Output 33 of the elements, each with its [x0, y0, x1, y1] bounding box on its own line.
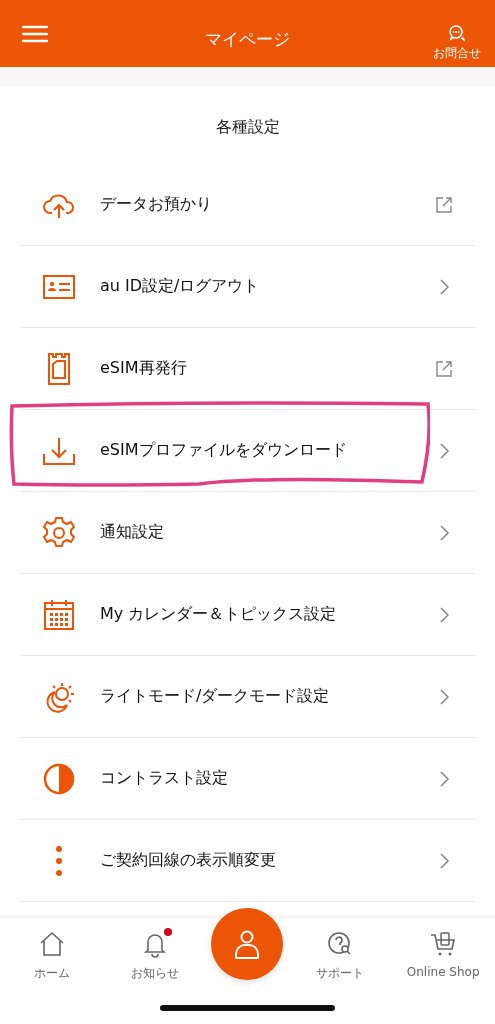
item-label: My カレンダー＆トピックス設定 [100, 604, 338, 625]
shop-tab[interactable]: Online Shop [395, 918, 491, 979]
page-title: マイページ [205, 28, 290, 51]
item-label: eSIMプロファイルをダウンロード [100, 440, 348, 461]
settings-item[interactable]: ご契約回線の表示順変更 [20, 820, 475, 902]
item-label: ご契約回線の表示順変更 [100, 850, 277, 871]
settings-item[interactable]: eSIM再発行 [20, 328, 475, 410]
settings-item[interactable]: My カレンダー＆トピックス設定 [20, 574, 475, 656]
item-label: コントラスト設定 [100, 768, 229, 789]
settings-item[interactable]: データお預かり [20, 164, 475, 246]
cart-icon [429, 930, 458, 958]
vertical-dots-icon [55, 843, 63, 878]
item-label: 通知設定 [100, 522, 165, 543]
menu-icon[interactable] [22, 24, 48, 43]
support-tab[interactable]: サポート [292, 918, 388, 982]
section-title: 各種設定 [214, 116, 281, 138]
settings-item[interactable]: eSIMプロファイルをダウンロード [20, 410, 475, 492]
settings-item[interactable]: ライトモード/ダークモード設定 [20, 656, 475, 738]
item-label: ライトモード/ダークモード設定 [100, 686, 331, 707]
notifications-tab[interactable]: お知らせ [107, 918, 203, 982]
item-label: データお預かり [100, 194, 213, 215]
item-label: eSIM再発行 [100, 358, 188, 379]
settings-item[interactable]: au ID設定/ログアウト [20, 246, 475, 328]
mypage-tab[interactable] [211, 908, 284, 980]
contrast-icon [42, 761, 76, 796]
home-tab[interactable]: ホーム [4, 918, 100, 982]
settings-item[interactable]: コントラスト設定 [20, 738, 475, 820]
contact-button[interactable]: お問合せ [433, 23, 481, 62]
calendar-icon [42, 597, 76, 632]
gear-icon [42, 515, 76, 550]
settings-item[interactable]: 通知設定 [20, 492, 475, 574]
chat-bubble-icon [447, 23, 467, 43]
item-label: au ID設定/ログアウト [100, 276, 261, 297]
